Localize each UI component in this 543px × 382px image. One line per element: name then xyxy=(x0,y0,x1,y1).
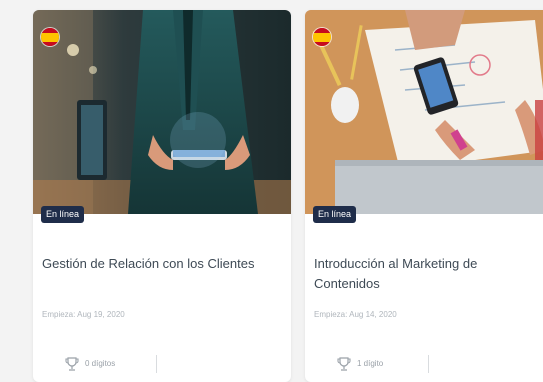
desk-with-notes-and-phone-photo xyxy=(305,10,543,214)
course-title[interactable]: Introducción al Marketing de Contenidos xyxy=(314,254,543,294)
course-card[interactable]: En línea Gestión de Relación con los Cli… xyxy=(33,10,291,382)
start-date: Empieza: Aug 14, 2020 xyxy=(314,310,397,319)
spain-flag-icon xyxy=(313,28,331,46)
digits-count: 1 dígito xyxy=(357,359,384,368)
course-image[interactable] xyxy=(305,10,543,214)
course-title[interactable]: Gestión de Relación con los Clientes xyxy=(42,254,279,274)
spain-flag-icon xyxy=(41,28,59,46)
trophy-icon xyxy=(65,357,79,371)
card-footer: 1 dígito xyxy=(305,355,543,375)
footer-divider xyxy=(156,355,157,373)
start-date: Empieza: Aug 19, 2020 xyxy=(42,310,125,319)
course-image[interactable] xyxy=(33,10,291,214)
digits-count: 0 dígitos xyxy=(85,359,116,368)
delivery-mode-badge: En línea xyxy=(41,206,85,223)
card-footer: 0 dígitos xyxy=(33,355,291,375)
course-card[interactable]: En línea Introducción al Marketing de Co… xyxy=(305,10,543,382)
footer-divider xyxy=(428,355,429,373)
trophy-icon xyxy=(337,357,351,371)
delivery-mode-badge: En línea xyxy=(313,206,357,223)
course-card-list: En línea Gestión de Relación con los Cli… xyxy=(0,0,543,382)
person-holding-tablet-photo xyxy=(33,10,291,214)
